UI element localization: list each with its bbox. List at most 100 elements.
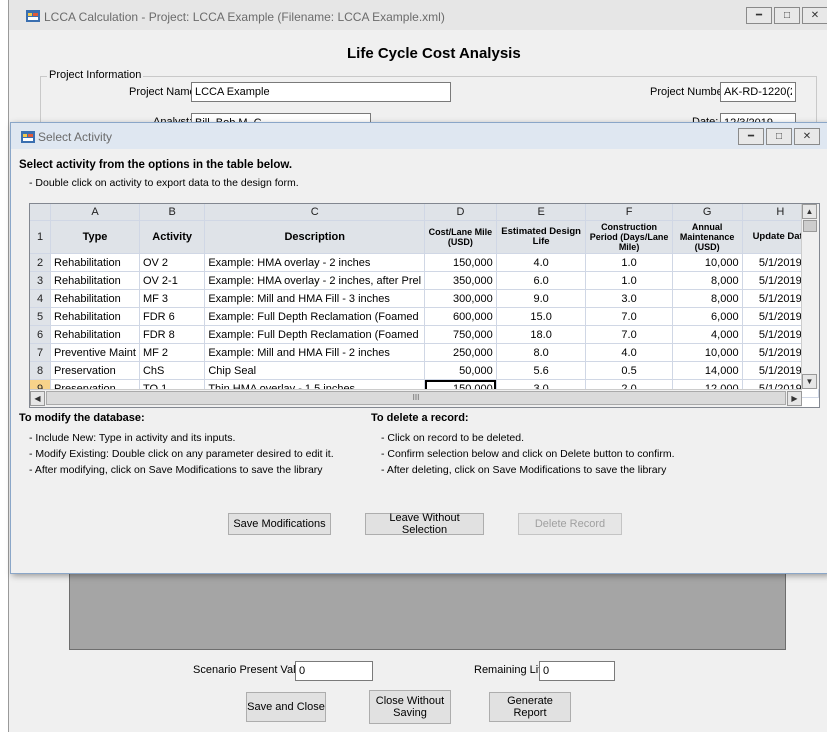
cell-construction-period[interactable]: 0.5 bbox=[585, 361, 673, 380]
table-row[interactable]: 4 Rehabilitation MF 3 Example: Mill and HMA… bbox=[30, 289, 819, 308]
cell-construction-period[interactable]: 4.0 bbox=[585, 343, 673, 362]
vertical-scrollbar[interactable]: ▲ ▼ bbox=[801, 204, 819, 389]
row-number[interactable]: 1 bbox=[30, 220, 52, 254]
cell-description[interactable]: Example: Mill and HMA Fill - 2 inches bbox=[204, 343, 426, 362]
scroll-thumb[interactable] bbox=[803, 220, 817, 232]
project-name-field[interactable] bbox=[191, 82, 451, 102]
cell-cost[interactable]: 150,000 bbox=[424, 253, 497, 272]
cell-design-life[interactable]: 18.0 bbox=[496, 325, 587, 344]
cell-activity[interactable]: OV 2 bbox=[139, 253, 206, 272]
row-number[interactable]: 2 bbox=[30, 253, 52, 272]
scenario-pv-field[interactable] bbox=[295, 661, 373, 681]
col-letter[interactable]: F bbox=[585, 204, 673, 221]
cell-design-life[interactable]: 8.0 bbox=[496, 343, 587, 362]
dialog-maximize-button[interactable]: □ bbox=[766, 128, 792, 145]
cell-activity[interactable]: FDR 6 bbox=[139, 307, 206, 326]
cell-annual-maintenance[interactable]: 8,000 bbox=[672, 271, 743, 290]
cell-activity[interactable]: FDR 8 bbox=[139, 325, 206, 344]
row-number[interactable]: 8 bbox=[30, 361, 52, 380]
cell-cost[interactable]: 350,000 bbox=[424, 271, 497, 290]
cell-design-life[interactable]: 9.0 bbox=[496, 289, 587, 308]
cell-type[interactable]: Rehabilitation bbox=[50, 271, 140, 290]
header-description[interactable]: Description bbox=[204, 220, 426, 254]
cell-type[interactable]: Rehabilitation bbox=[50, 253, 140, 272]
row-number[interactable]: 5 bbox=[30, 307, 52, 326]
row-number[interactable]: 7 bbox=[30, 343, 52, 362]
cell-type[interactable]: Rehabilitation bbox=[50, 307, 140, 326]
cell-description[interactable]: Example: HMA overlay - 2 inches bbox=[204, 253, 426, 272]
cell-type[interactable]: Preventive Maint bbox=[50, 343, 140, 362]
header-design-life[interactable]: Estimated Design Life bbox=[496, 220, 587, 254]
leave-without-selection-button[interactable]: Leave Without Selection bbox=[365, 512, 484, 536]
dialog-close-button[interactable]: ✕ bbox=[794, 128, 820, 145]
close-without-saving-button[interactable]: Close Without Saving bbox=[369, 690, 451, 724]
minimize-button[interactable]: ━ bbox=[746, 7, 772, 24]
cell-type[interactable]: Preservation bbox=[50, 361, 140, 380]
cell-annual-maintenance[interactable]: 10,000 bbox=[672, 343, 743, 362]
table-row[interactable]: 5 Rehabilitation FDR 6 Example: Full Depth … bbox=[30, 307, 819, 326]
cell-cost[interactable]: 750,000 bbox=[424, 325, 497, 344]
cell-annual-maintenance[interactable]: 14,000 bbox=[672, 361, 743, 380]
cell-description[interactable]: Example: Mill and HMA Fill - 3 inches bbox=[204, 289, 426, 308]
header-construction-period[interactable]: Construction Period (Days/Lane Mile) bbox=[585, 220, 673, 254]
cell-design-life[interactable]: 5.6 bbox=[496, 361, 587, 380]
grid-corner[interactable] bbox=[30, 204, 52, 221]
cell-cost[interactable]: 300,000 bbox=[424, 289, 497, 308]
col-letter[interactable]: E bbox=[496, 204, 587, 221]
cell-annual-maintenance[interactable]: 10,000 bbox=[672, 253, 743, 272]
dialog-minimize-button[interactable]: ━ bbox=[738, 128, 764, 145]
cell-description[interactable]: Chip Seal bbox=[204, 361, 426, 380]
cell-type[interactable]: Rehabilitation bbox=[50, 325, 140, 344]
close-button[interactable]: ✕ bbox=[802, 7, 827, 24]
activity-grid[interactable]: A B C D E F G H 1 Type Activity Descript… bbox=[29, 203, 820, 408]
header-cost[interactable]: Cost/Lane Mile (USD) bbox=[424, 220, 497, 254]
scroll-right-icon[interactable]: ▶ bbox=[787, 391, 802, 406]
cell-annual-maintenance[interactable]: 6,000 bbox=[672, 307, 743, 326]
cell-annual-maintenance[interactable]: 8,000 bbox=[672, 289, 743, 308]
cell-construction-period[interactable]: 7.0 bbox=[585, 307, 673, 326]
col-letter[interactable]: B bbox=[139, 204, 206, 221]
cell-activity[interactable]: OV 2-1 bbox=[139, 271, 206, 290]
scroll-up-icon[interactable]: ▲ bbox=[802, 204, 817, 219]
cell-cost[interactable]: 600,000 bbox=[424, 307, 497, 326]
cell-design-life[interactable]: 15.0 bbox=[496, 307, 587, 326]
col-letter[interactable]: G bbox=[672, 204, 743, 221]
cell-construction-period[interactable]: 3.0 bbox=[585, 289, 673, 308]
cell-description[interactable]: Example: Full Depth Reclamation (Foamed bbox=[204, 325, 426, 344]
cell-construction-period[interactable]: 7.0 bbox=[585, 325, 673, 344]
cell-design-life[interactable]: 6.0 bbox=[496, 271, 587, 290]
col-letter[interactable]: C bbox=[204, 204, 426, 221]
table-row[interactable]: 3 Rehabilitation OV 2-1 Example: HMA overla… bbox=[30, 271, 819, 290]
col-letter[interactable]: A bbox=[50, 204, 140, 221]
row-number[interactable]: 3 bbox=[30, 271, 52, 290]
cell-construction-period[interactable]: 1.0 bbox=[585, 253, 673, 272]
table-row[interactable]: 6 Rehabilitation FDR 8 Example: Full Depth … bbox=[30, 325, 819, 344]
col-letter[interactable]: D bbox=[424, 204, 497, 221]
cell-design-life[interactable]: 4.0 bbox=[496, 253, 587, 272]
cell-type[interactable]: Rehabilitation bbox=[50, 289, 140, 308]
cell-cost[interactable]: 50,000 bbox=[424, 361, 497, 380]
remaining-life-field[interactable] bbox=[539, 661, 615, 681]
hscroll-thumb[interactable]: III bbox=[46, 391, 786, 405]
scroll-down-icon[interactable]: ▼ bbox=[802, 374, 817, 389]
header-type[interactable]: Type bbox=[50, 220, 140, 254]
save-and-close-button[interactable]: Save and Close bbox=[246, 692, 326, 722]
cell-annual-maintenance[interactable]: 4,000 bbox=[672, 325, 743, 344]
table-row[interactable]: 8 Preservation ChS Chip Seal 50,000 5.6 0.5 14,… bbox=[30, 361, 819, 380]
delete-record-button[interactable]: Delete Record bbox=[518, 513, 622, 535]
cell-construction-period[interactable]: 1.0 bbox=[585, 271, 673, 290]
cell-activity[interactable]: MF 2 bbox=[139, 343, 206, 362]
cell-description[interactable]: Example: HMA overlay - 2 inches, after P… bbox=[204, 271, 426, 290]
header-activity[interactable]: Activity bbox=[139, 220, 206, 254]
cell-activity[interactable]: ChS bbox=[139, 361, 206, 380]
cell-activity[interactable]: MF 3 bbox=[139, 289, 206, 308]
row-number[interactable]: 6 bbox=[30, 325, 52, 344]
maximize-button[interactable]: □ bbox=[774, 7, 800, 24]
horizontal-scrollbar[interactable]: ◀ III ▶ bbox=[30, 389, 802, 407]
table-row[interactable]: 7 Preventive Maint MF 2 Example: Mill and H… bbox=[30, 343, 819, 362]
cell-description[interactable]: Example: Full Depth Reclamation (Foamed bbox=[204, 307, 426, 326]
generate-report-button[interactable]: Generate Report bbox=[489, 692, 571, 722]
scroll-left-icon[interactable]: ◀ bbox=[30, 391, 45, 406]
header-annual-maintenance[interactable]: Annual Maintenance (USD) bbox=[672, 220, 743, 254]
project-number-field[interactable] bbox=[720, 82, 796, 102]
